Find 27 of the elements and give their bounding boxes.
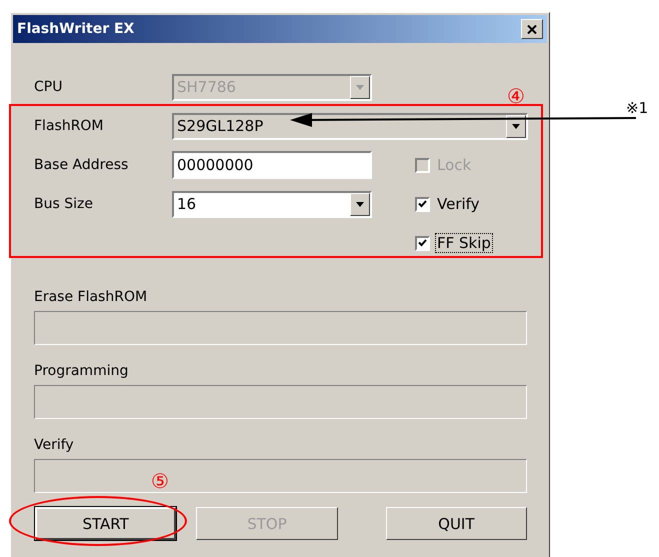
close-icon bbox=[527, 24, 537, 34]
dropdown[interactable]: S29GL128P bbox=[172, 112, 528, 140]
caret-icon bbox=[356, 84, 364, 90]
callout-number: ④ bbox=[507, 86, 525, 106]
field-label: Bus Size bbox=[34, 196, 94, 212]
note-marker: ※1 bbox=[626, 101, 648, 116]
input-field[interactable]: 00000000 bbox=[172, 151, 372, 179]
caret-icon bbox=[512, 124, 520, 128]
dropdown-button[interactable] bbox=[350, 192, 370, 216]
field-label: Base Address bbox=[34, 157, 130, 173]
checkbox[interactable]: Verify bbox=[415, 195, 481, 213]
field-label: FlashROM bbox=[34, 118, 105, 134]
callout-number: ⑤ bbox=[151, 471, 169, 491]
dropdown-button[interactable] bbox=[506, 114, 526, 138]
progress-label: Verify bbox=[34, 437, 75, 453]
progress-label: Erase FlashROM bbox=[34, 289, 148, 305]
close-button[interactable] bbox=[521, 19, 543, 39]
dialog-button[interactable]: QUIT bbox=[386, 507, 527, 540]
progress-label: Programming bbox=[34, 363, 130, 379]
dropdown[interactable]: 16 bbox=[172, 190, 372, 218]
checkbox[interactable]: FF Skip bbox=[415, 234, 492, 252]
field-label: CPU bbox=[34, 79, 64, 95]
check-icon bbox=[418, 239, 427, 247]
check-icon bbox=[418, 200, 427, 208]
caret-icon bbox=[356, 202, 364, 206]
dialog-button[interactable]: START bbox=[35, 507, 176, 540]
window-title: FlashWriter EX bbox=[17, 21, 134, 37]
